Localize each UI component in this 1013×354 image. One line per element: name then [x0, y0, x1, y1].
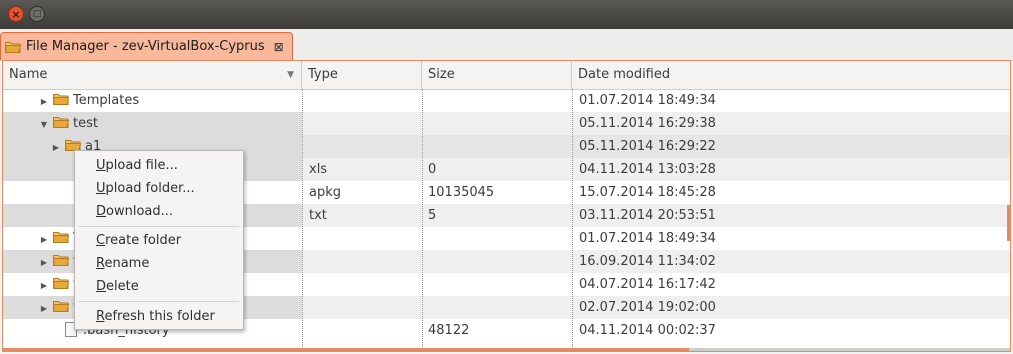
table-row[interactable]: ▶ Templates 01.07.2014 18:49:34 — [3, 89, 1010, 112]
cell-date-modified: 04.11.2014 13:03:28 — [579, 162, 716, 177]
menu-item-label: pload folder... — [105, 181, 195, 196]
folder-icon — [52, 274, 70, 289]
view-tab-bar: File Manager - zev-VirtualBox-Cyprus ⊠ ▼ — [0, 29, 1013, 81]
horizontal-scrollbar-thumb[interactable] — [3, 348, 689, 351]
column-divider — [572, 89, 573, 351]
menu-item-label: elete — [106, 279, 139, 294]
menu-item-delete[interactable]: Delete — [75, 275, 243, 298]
cell-date-modified: 02.07.2014 19:02:00 — [579, 300, 716, 315]
menu-separator — [79, 226, 239, 227]
column-divider — [422, 89, 423, 351]
window-close-button[interactable]: × — [8, 6, 24, 22]
cell-size: 0 — [428, 162, 437, 177]
column-divider — [302, 89, 303, 351]
cell-date-modified: 15.07.2014 18:45:28 — [579, 185, 716, 200]
mnemonic: U — [96, 158, 106, 173]
table-header: Name ▼ Type Size Date modified — [3, 61, 1010, 90]
cell-date-modified: 01.07.2014 18:49:34 — [579, 231, 716, 246]
menu-item-label: ename — [104, 256, 150, 271]
menu-item-label: pload file... — [105, 158, 178, 173]
cell-date-modified: 05.11.2014 16:29:38 — [579, 116, 716, 131]
folder-icon — [52, 251, 70, 266]
context-menu: Upload file... Upload folder... Download… — [74, 150, 244, 330]
cell-name[interactable]: ▶ Templates — [39, 89, 139, 112]
menu-item-refresh-folder[interactable]: Refresh this folder — [75, 305, 243, 328]
folder-icon — [5, 41, 21, 53]
column-header-name[interactable]: Name ▼ — [3, 61, 302, 89]
folder-icon — [52, 228, 70, 243]
tab-title: File Manager - zev-VirtualBox-Cyprus — [26, 39, 265, 54]
cell-size: 5 — [428, 208, 437, 223]
expander-icon[interactable]: ▶ — [39, 228, 49, 250]
menu-item-label: reate folder — [105, 233, 182, 248]
window-titlebar: × □ — [0, 0, 1013, 29]
menu-item-create-folder[interactable]: Create folder — [75, 229, 243, 252]
cell-date-modified: 04.07.2014 16:17:42 — [579, 277, 716, 292]
tab-file-manager[interactable]: File Manager - zev-VirtualBox-Cyprus ⊠ — [0, 32, 293, 60]
folder-icon — [52, 297, 70, 312]
menu-item-download[interactable]: Download... — [75, 200, 243, 223]
cell-size: 10135045 — [428, 185, 495, 200]
cell-name[interactable]: ▼ test — [39, 112, 98, 135]
maximize-icon: □ — [32, 8, 42, 19]
cell-type: apkg — [309, 185, 341, 200]
column-header-date-label: Date modified — [578, 67, 671, 82]
cell-date-modified: 16.09.2014 11:34:02 — [579, 254, 716, 269]
column-header-size-label: Size — [428, 67, 455, 82]
menu-item-label: ownload... — [106, 204, 174, 219]
tab-close-icon[interactable]: ⊠ — [274, 40, 284, 54]
cell-size: 48122 — [428, 323, 470, 338]
menu-item-rename[interactable]: Rename — [75, 252, 243, 275]
folder-icon — [52, 90, 70, 105]
expander-icon[interactable]: ▶ — [39, 251, 49, 273]
column-header-type[interactable]: Type — [302, 61, 422, 89]
column-header-date[interactable]: Date modified — [572, 61, 1010, 89]
menu-item-upload-file[interactable]: Upload file... — [75, 154, 243, 177]
menu-item-upload-folder[interactable]: Upload folder... — [75, 177, 243, 200]
cell-date-modified: 03.11.2014 20:53:51 — [579, 208, 716, 223]
folder-icon — [64, 136, 82, 151]
expander-icon[interactable]: ▶ — [39, 274, 49, 296]
mnemonic: U — [96, 181, 106, 196]
column-header-name-label: Name — [9, 67, 48, 82]
cell-type: txt — [309, 208, 327, 223]
column-header-size[interactable]: Size — [422, 61, 572, 89]
column-header-type-label: Type — [308, 67, 338, 82]
expander-icon[interactable]: ▼ — [39, 113, 49, 135]
close-icon: × — [11, 7, 21, 21]
table-row[interactable]: ▼ test 05.11.2014 16:29:38 — [3, 112, 1010, 135]
cell-type: xls — [309, 162, 328, 177]
window-maximize-button[interactable]: □ — [29, 6, 45, 22]
expander-icon[interactable]: ▶ — [51, 136, 61, 158]
cell-date-modified: 01.07.2014 18:49:34 — [579, 93, 716, 108]
cell-date-modified: 04.11.2014 00:02:37 — [579, 323, 716, 338]
folder-icon — [52, 113, 70, 128]
sort-arrow-icon: ▼ — [287, 70, 294, 80]
vertical-scrollbar-thumb[interactable] — [1007, 205, 1010, 241]
menu-item-label: efresh this folder — [104, 309, 215, 324]
expander-icon[interactable]: ▶ — [39, 90, 49, 112]
mnemonic: D — [96, 279, 107, 294]
cell-date-modified: 05.11.2014 16:29:22 — [579, 139, 716, 154]
mnemonic: D — [96, 204, 107, 219]
file-name: test — [73, 116, 98, 131]
mnemonic: C — [96, 233, 106, 248]
file-name: Templates — [73, 93, 140, 108]
menu-separator — [79, 301, 239, 302]
horizontal-scrollbar-track[interactable] — [689, 348, 1010, 351]
expander-icon[interactable]: ▶ — [39, 297, 49, 319]
